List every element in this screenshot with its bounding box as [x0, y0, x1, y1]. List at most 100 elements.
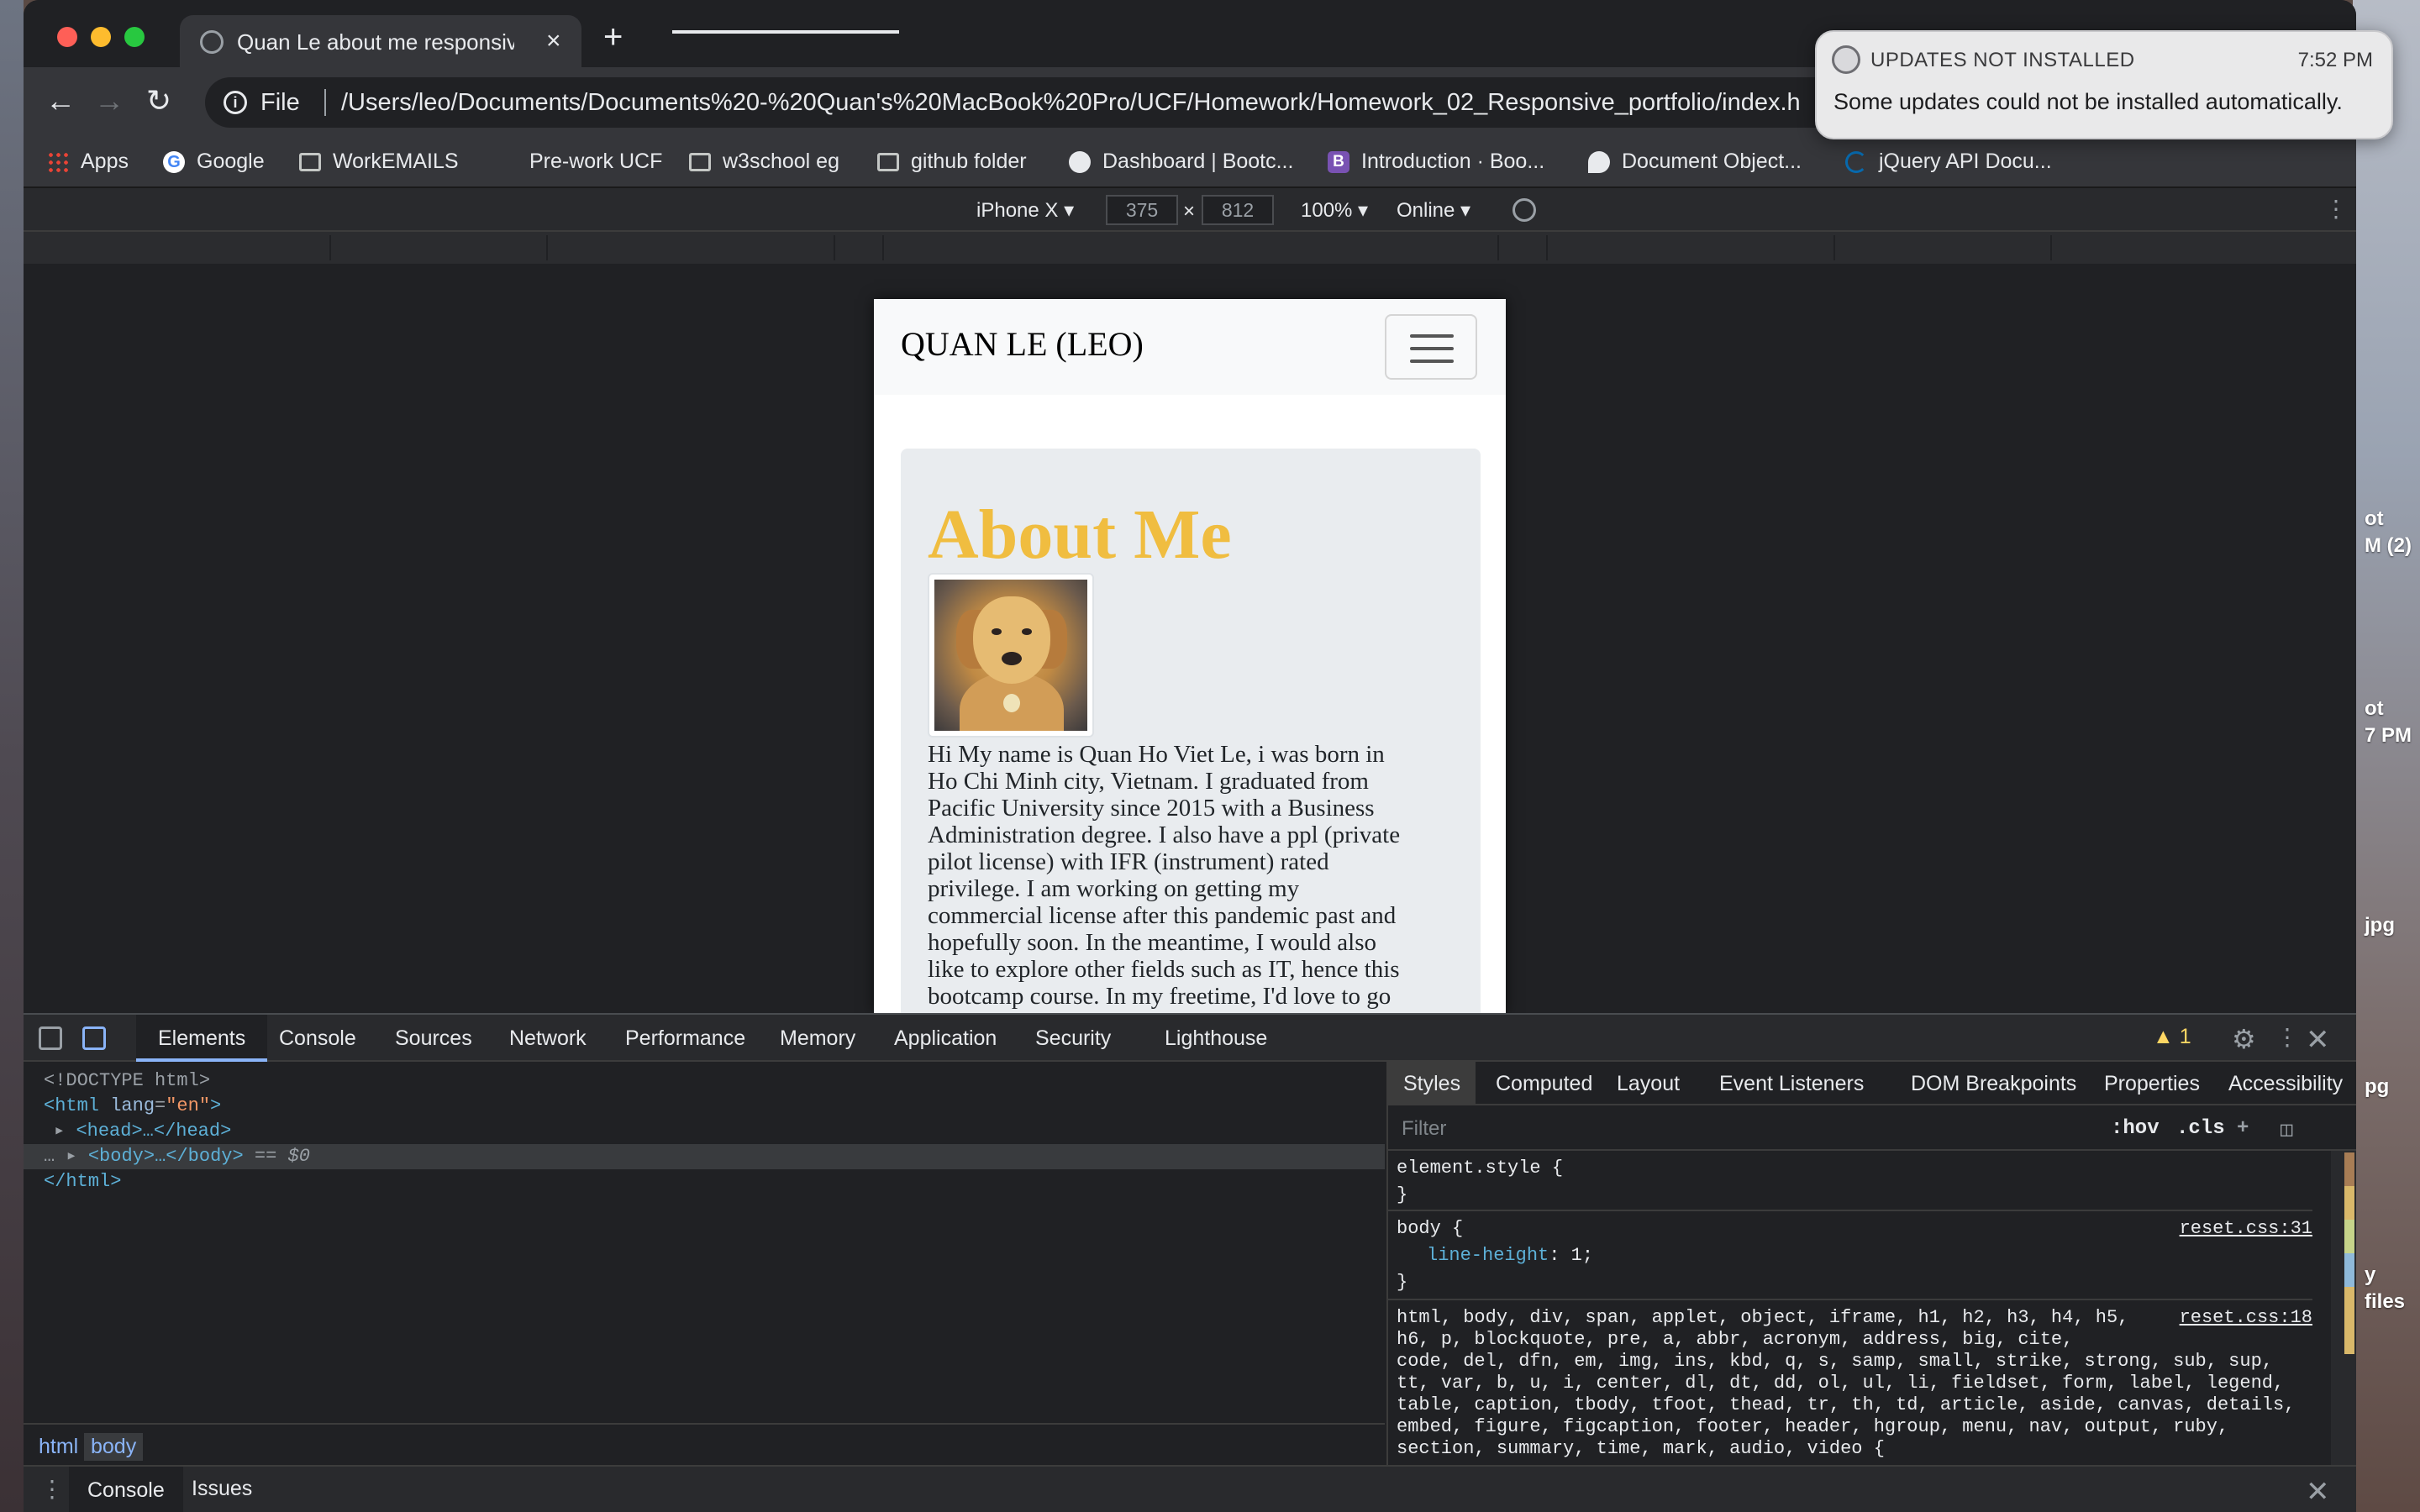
settings-gear-icon[interactable]: ⚙ [2232, 1023, 2256, 1055]
ruler-segment[interactable] [1497, 235, 1499, 260]
folder-icon [689, 152, 711, 171]
tab-application[interactable]: Application [894, 1026, 997, 1051]
rule-selector-line[interactable]: section, summary, time, mark, audio, vid… [1397, 1438, 1885, 1460]
ruler-segment[interactable] [1546, 235, 1548, 260]
tab-lighthouse[interactable]: Lighthouse [1165, 1026, 1267, 1051]
maximize-window-button[interactable] [124, 27, 145, 47]
forward-arrow-icon[interactable]: → [94, 84, 124, 118]
new-rule-plus-icon[interactable]: + [2237, 1117, 2249, 1140]
tab-layout[interactable]: Layout [1617, 1072, 1680, 1096]
tab-console[interactable]: Console [279, 1026, 356, 1051]
browser-tab[interactable]: Quan Le about me responsive p × [180, 15, 581, 67]
rule-source-link[interactable]: reset.css:31 [2180, 1218, 2312, 1239]
bookmark-google[interactable]: G Google [163, 150, 265, 174]
close-devtools-icon[interactable]: ✕ [2306, 1023, 2330, 1057]
minimize-window-button[interactable] [91, 27, 111, 47]
tab-dom-breakpoints[interactable]: DOM Breakpoints [1911, 1072, 2076, 1096]
close-drawer-icon[interactable]: ✕ [2306, 1475, 2330, 1509]
network-throttle-select[interactable]: Online ▾ [1397, 198, 1470, 223]
info-icon[interactable]: i [224, 91, 247, 114]
rotate-icon[interactable] [1512, 198, 1536, 222]
hov-toggle[interactable]: :hov [2111, 1117, 2160, 1140]
ellipsis-icon[interactable]: … [44, 1146, 55, 1167]
ruler-segment[interactable] [2050, 235, 2052, 260]
bookmark-github-folder[interactable]: github folder [877, 150, 1027, 174]
tab-memory[interactable]: Memory [780, 1026, 855, 1051]
rule-selector[interactable]: body { [1397, 1218, 1463, 1240]
more-options-icon[interactable]: ⋮ [2324, 195, 2348, 223]
cls-toggle[interactable]: .cls [2176, 1117, 2225, 1140]
expand-arrow-icon[interactable]: ▸ [66, 1146, 76, 1167]
globe-icon [200, 30, 224, 54]
rule-selector-line[interactable]: embed, figure, figcaption, footer, heade… [1397, 1416, 2228, 1438]
toggle-sidebar-icon[interactable]: ◫ [2281, 1117, 2292, 1142]
viewport-height-input[interactable]: 812 [1202, 195, 1274, 225]
ruler-segment[interactable] [882, 235, 884, 260]
inspect-element-icon[interactable] [39, 1026, 62, 1050]
warning-counter[interactable]: ▲ 1 [2153, 1025, 2191, 1049]
bookmark-dom[interactable]: Document Object... [1588, 150, 1802, 174]
ruler-segment[interactable] [329, 235, 331, 260]
dom-tree: <!DOCTYPE html> <html lang="en"> ▸ <head… [24, 1062, 1385, 1423]
rule-source-link[interactable]: reset.css:18 [2180, 1307, 2312, 1328]
rule-selector-line[interactable]: tt, var, b, u, i, center, dl, dt, dd, ol… [1397, 1373, 2284, 1394]
ruler-segment[interactable] [834, 235, 835, 260]
drawer-tab-console[interactable]: Console [69, 1467, 183, 1512]
rule-selector[interactable]: element.style { [1397, 1158, 1563, 1179]
tab-performance[interactable]: Performance [625, 1026, 745, 1051]
drawer-tab-issues[interactable]: Issues [192, 1477, 252, 1501]
bookmark-dashboard[interactable]: Dashboard | Bootc... [1069, 150, 1293, 174]
rule-selector-line[interactable]: code, del, dfn, em, img, ins, kbd, q, s,… [1397, 1351, 2273, 1373]
back-arrow-icon[interactable]: ← [45, 84, 76, 118]
dom-body-node[interactable]: … ▸ <body>…</body> == $0 [24, 1144, 1385, 1169]
update-notification[interactable]: UPDATES NOT INSTALLED 7:52 PM Some updat… [1815, 30, 2393, 139]
close-tab-icon[interactable]: × [546, 27, 561, 55]
dog-tag [1003, 694, 1020, 712]
bookmark-bootstrap-intro[interactable]: B Introduction · Boo... [1328, 150, 1544, 174]
styles-filter-input[interactable]: Filter [1402, 1117, 1446, 1141]
tab-accessibility[interactable]: Accessibility [2228, 1072, 2343, 1096]
breadcrumb-body[interactable]: body [84, 1433, 144, 1461]
desktop-file-label: files [2365, 1290, 2406, 1313]
bookmark-w3school[interactable]: w3school eg [689, 150, 839, 174]
hamburger-line [1410, 347, 1454, 350]
url-text[interactable]: /Users/leo/Documents/Documents%20-%20Qua… [341, 89, 1801, 117]
new-tab-button[interactable]: + [603, 20, 623, 54]
rule-selector-line[interactable]: table, caption, tbody, tfoot, thead, tr,… [1397, 1394, 2295, 1416]
reload-icon[interactable]: ↻ [146, 84, 171, 118]
navbar-toggler-button[interactable] [1385, 314, 1477, 380]
device-toggle-icon[interactable] [82, 1026, 106, 1050]
devtools-menu-icon[interactable]: ⋮ [2275, 1023, 2299, 1051]
expand-arrow-icon[interactable]: ▸ [54, 1121, 65, 1142]
bio-line: Administration degree. I also have a ppl… [928, 822, 1401, 848]
bookmark-apps[interactable]: Apps [47, 150, 129, 174]
tab-network[interactable]: Network [509, 1026, 587, 1051]
zoom-select[interactable]: 100% ▾ [1301, 198, 1368, 223]
tab-elements[interactable]: Elements [136, 1015, 268, 1062]
site-brand[interactable]: QUAN LE (LEO) [901, 324, 1144, 364]
breadcrumb-html[interactable]: html [32, 1433, 85, 1461]
dom-html-close[interactable]: </html> [44, 1169, 121, 1194]
ruler-segment[interactable] [1833, 235, 1835, 260]
bio-line: Ho Chi Minh city, Vietnam. I graduated f… [928, 768, 1369, 795]
dom-html-node[interactable]: <html lang="en"> [44, 1094, 221, 1119]
close-window-button[interactable] [57, 27, 77, 47]
tab-event-listeners[interactable]: Event Listeners [1719, 1072, 1864, 1096]
tab-properties[interactable]: Properties [2104, 1072, 2200, 1096]
ruler-segment[interactable] [546, 235, 548, 260]
rule-declaration[interactable]: line-height: 1; [1427, 1245, 1593, 1267]
dom-doctype[interactable]: <!DOCTYPE html> [44, 1068, 210, 1094]
device-select[interactable]: iPhone X ▾ [976, 198, 1074, 223]
drawer-menu-icon[interactable]: ⋮ [40, 1475, 64, 1503]
rule-selector-line[interactable]: h6, p, blockquote, pre, a, abbr, acronym… [1397, 1329, 2073, 1351]
tab-computed[interactable]: Computed [1496, 1072, 1592, 1096]
tab-styles[interactable]: Styles [1388, 1062, 1476, 1105]
dom-head-node[interactable]: ▸ <head>…</head> [54, 1119, 231, 1144]
bookmark-workemails[interactable]: WorkEMAILS [299, 150, 459, 174]
viewport-width-input[interactable]: 375 [1106, 195, 1178, 225]
bookmark-prework-ucf[interactable]: Pre-work UCF [529, 150, 662, 174]
bookmark-jquery[interactable]: jQuery API Docu... [1845, 150, 2052, 174]
rule-selector-line[interactable]: html, body, div, span, applet, object, i… [1397, 1307, 2128, 1329]
tab-security[interactable]: Security [1035, 1026, 1111, 1051]
tab-sources[interactable]: Sources [395, 1026, 472, 1051]
